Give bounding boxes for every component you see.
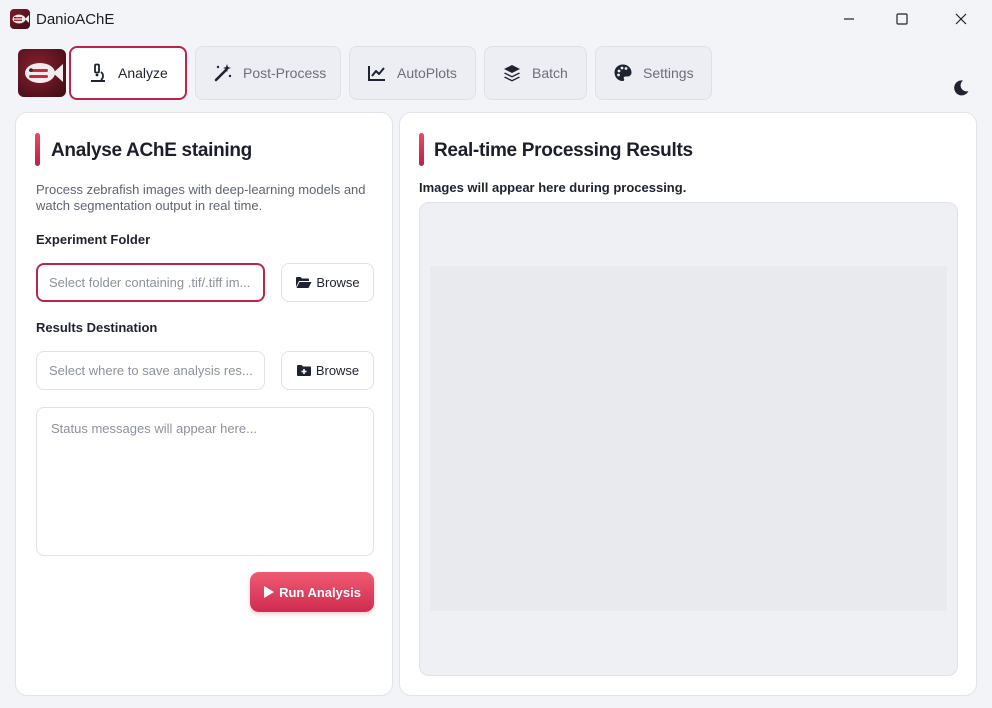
experiment-folder-label: Experiment Folder	[36, 232, 151, 247]
panel-title: Real-time Processing Results	[434, 140, 693, 161]
results-destination-input[interactable]	[36, 351, 265, 390]
tab-label: AutoPlots	[397, 65, 457, 81]
experiment-browse-button[interactable]: Browse	[281, 263, 374, 302]
run-analysis-label: Run Analysis	[279, 584, 361, 600]
status-messages-textarea[interactable]	[36, 407, 374, 556]
minimize-button[interactable]	[826, 0, 872, 38]
tab-settings[interactable]: Settings	[595, 46, 712, 100]
image-placeholder	[430, 266, 947, 611]
app-icon	[10, 9, 30, 29]
results-subtitle: Images will appear here during processin…	[419, 180, 687, 195]
tab-batch[interactable]: Batch	[484, 46, 587, 100]
analyse-panel: Analyse AChE staining Process zebrafish …	[15, 112, 393, 696]
tab-label: Analyze	[118, 65, 168, 81]
magic-wand-icon	[213, 63, 233, 83]
experiment-folder-input[interactable]	[36, 263, 265, 302]
title-bar: DanioAChE	[0, 0, 992, 38]
title-accent-bar	[419, 133, 424, 166]
minimize-icon	[844, 18, 854, 20]
moon-icon	[954, 80, 969, 96]
tab-label: Settings	[643, 65, 694, 81]
panel-title: Analyse AChE staining	[51, 140, 252, 161]
panel-description: Process zebrafish images with deep-learn…	[36, 182, 366, 213]
tab-autoplots[interactable]: AutoPlots	[349, 46, 476, 100]
browse-label: Browse	[315, 363, 360, 378]
tab-label: Batch	[532, 65, 568, 81]
zebrafish-logo-icon	[25, 63, 63, 83]
image-viewer	[419, 202, 958, 676]
microscope-icon	[88, 63, 108, 83]
palette-icon	[613, 63, 633, 83]
tab-post-process[interactable]: Post-Process	[195, 46, 341, 100]
tab-label: Post-Process	[243, 65, 327, 81]
results-destination-label: Results Destination	[36, 320, 158, 335]
window-title: DanioAChE	[36, 11, 115, 28]
close-button[interactable]	[938, 0, 984, 38]
close-icon	[955, 13, 967, 25]
app-logo	[18, 49, 66, 97]
tab-analyze[interactable]: Analyze	[69, 46, 187, 100]
run-analysis-button[interactable]: Run Analysis	[250, 572, 374, 612]
browse-label: Browse	[316, 275, 360, 290]
maximize-icon	[896, 13, 908, 25]
results-panel: Real-time Processing Results Images will…	[399, 112, 977, 696]
line-chart-icon	[367, 63, 387, 83]
title-accent-bar	[35, 133, 40, 166]
layers-icon	[502, 63, 522, 83]
results-browse-button[interactable]: Browse	[281, 351, 374, 390]
folder-plus-icon	[296, 365, 311, 376]
folder-open-icon	[296, 277, 312, 288]
theme-toggle-button[interactable]	[950, 77, 972, 99]
play-icon	[264, 586, 275, 598]
maximize-button[interactable]	[879, 0, 925, 38]
